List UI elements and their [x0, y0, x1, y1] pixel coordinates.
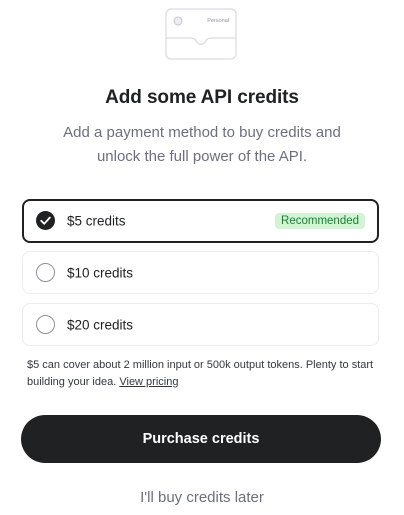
- page-title: Add some API credits: [105, 87, 299, 108]
- credit-card-illustration: Personal: [165, 8, 237, 60]
- option-label: $5 credits: [67, 213, 126, 229]
- page-subtitle: Add a payment method to buy credits and …: [63, 124, 341, 165]
- option-20-credits[interactable]: $20 credits: [22, 303, 379, 346]
- option-label: $10 credits: [67, 265, 134, 280]
- recommended-badge: Recommended: [275, 213, 365, 229]
- purchase-credits-button[interactable]: Purchase credits: [21, 415, 381, 463]
- view-pricing-link[interactable]: View pricing: [119, 376, 178, 388]
- card-label: Personal: [207, 18, 229, 24]
- radio-icon[interactable]: [36, 262, 55, 282]
- option-10-credits[interactable]: $10 credits: [22, 251, 379, 294]
- credit-card-icon: Personal: [165, 8, 237, 60]
- pricing-note: $5 can cover about 2 million input or 50…: [27, 357, 377, 391]
- pricing-note-text: $5 can cover about 2 million input or 50…: [27, 359, 374, 388]
- option-5-credits[interactable]: $5 credits Recommended: [22, 199, 379, 243]
- radio-icon[interactable]: [36, 314, 55, 334]
- buy-later-button[interactable]: I'll buy credits later: [0, 489, 404, 506]
- checked-radio-icon[interactable]: [36, 211, 55, 230]
- option-label: $20 credits: [67, 317, 134, 332]
